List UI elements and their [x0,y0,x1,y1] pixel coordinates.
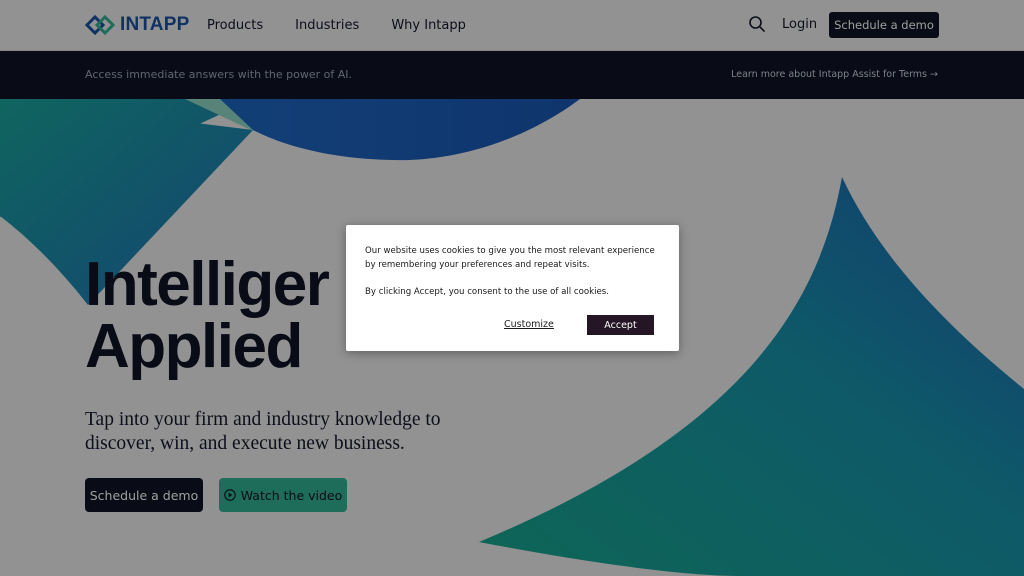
cookie-message: Our website uses cookies to give you the… [365,246,655,270]
cookie-consent-note: By clicking Accept, you consent to the u… [365,287,609,297]
accept-button[interactable]: Accept [587,315,654,335]
cookie-consent-dialog: Our website uses cookies to give you the… [346,225,679,351]
customize-link[interactable]: Customize [504,319,554,330]
